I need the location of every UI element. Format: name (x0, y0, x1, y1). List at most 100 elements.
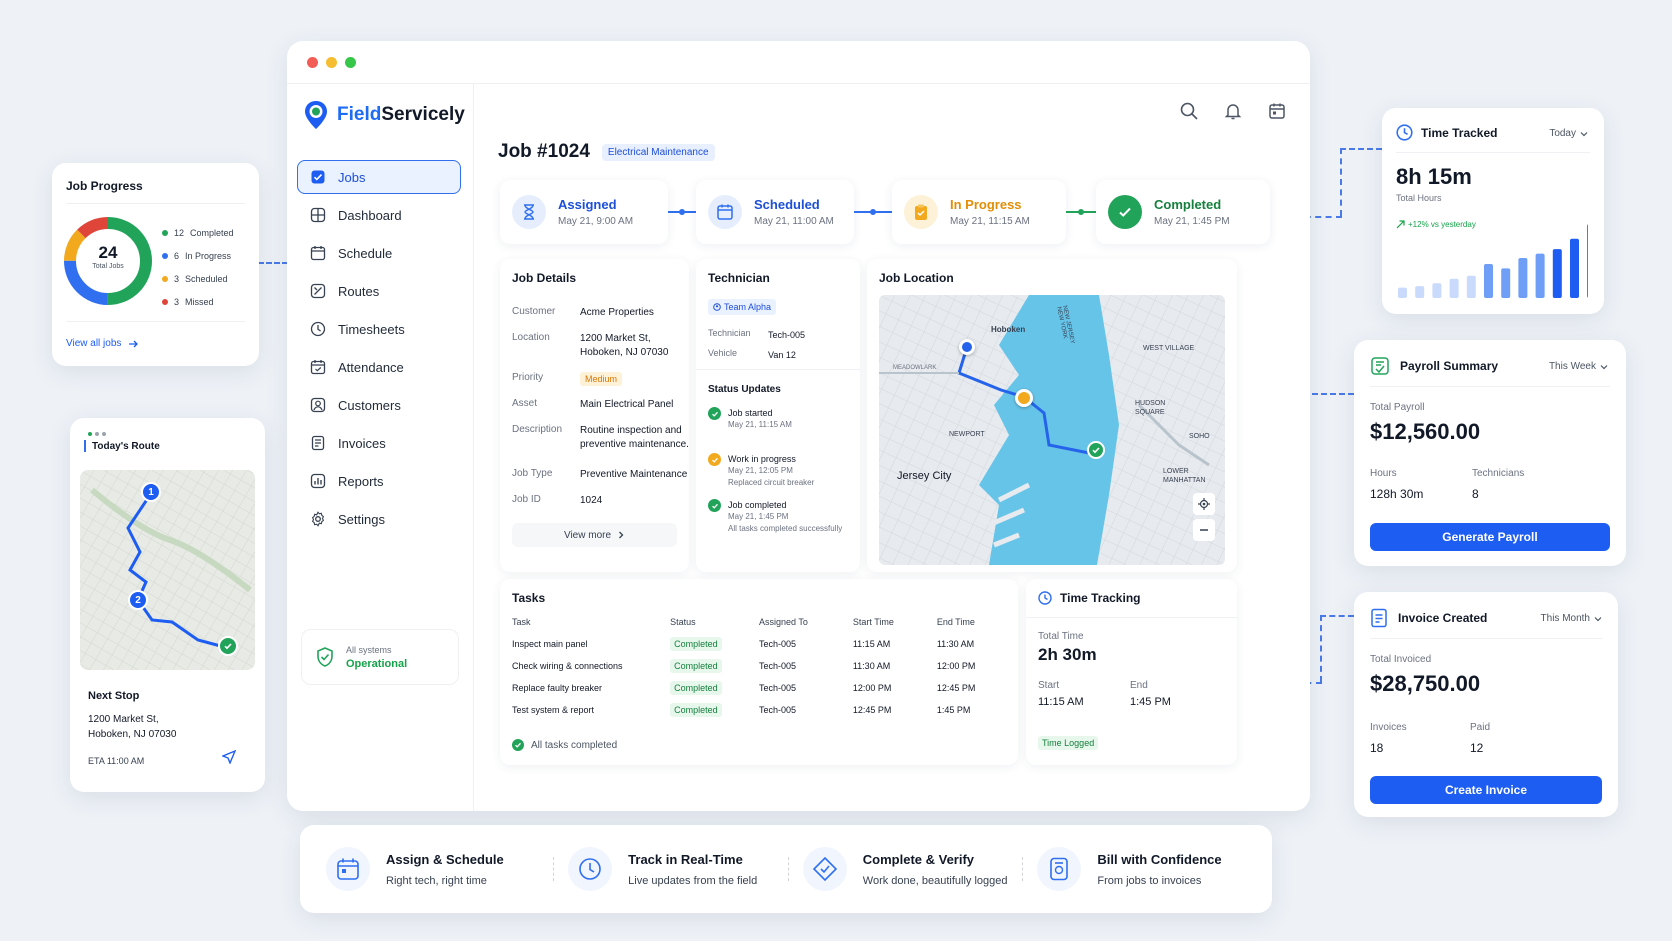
detail-label: Job Type (512, 468, 553, 479)
detail-label: Job ID (512, 494, 541, 505)
sidebar-item-dashboard[interactable]: Dashboard (297, 198, 461, 232)
app-logo[interactable]: FieldServicely (303, 100, 465, 130)
view-more-button[interactable]: View more (512, 523, 677, 547)
destination-check-icon[interactable] (1087, 441, 1105, 459)
total-invoiced-label: Total Invoiced (1370, 654, 1432, 665)
priority-badge: Medium (580, 372, 623, 386)
sidebar-item-routes[interactable]: Routes (297, 274, 461, 308)
range-dropdown[interactable]: This Month (1541, 613, 1602, 624)
time-tracked-card: Time Tracked Today 8h 15m Total Hours +1… (1382, 108, 1604, 314)
panel-title: Technician (708, 271, 770, 285)
status-check-icon (708, 499, 721, 512)
connector-line (1340, 148, 1382, 150)
view-all-jobs-link[interactable]: View all jobs (66, 338, 139, 349)
column-header[interactable]: Assigned To (759, 611, 853, 633)
bell-icon[interactable] (1224, 102, 1242, 120)
total-invoiced-value: $28,750.00 (1370, 671, 1481, 696)
sidebar-item-label: Invoices (338, 435, 386, 451)
sidebar-item-attendance[interactable]: Attendance (297, 350, 461, 384)
chevron-right-icon (619, 531, 624, 539)
table-row[interactable]: Check wiring & connections Completed Tech-… (512, 655, 1006, 677)
status-cell: Completed (670, 633, 759, 655)
sidebar-item-invoices[interactable]: Invoices (297, 426, 461, 460)
total-payroll-label: Total Payroll (1370, 402, 1425, 413)
hourglass-icon (524, 204, 534, 220)
sidebar-item-timesheets[interactable]: Timesheets (297, 312, 461, 346)
location-pin-icon (305, 101, 327, 129)
sidebar-item-label: Attendance (338, 359, 404, 375)
column-header[interactable]: Status (670, 611, 759, 633)
job-category-badge: Electrical Maintenance (601, 143, 715, 161)
route-destination-check-icon[interactable] (218, 636, 238, 656)
sidebar-nav: Jobs Dashboard Schedule Routes Timesheets Att… (297, 160, 461, 540)
diamond-check-icon (802, 847, 847, 891)
navigation-arrow-icon[interactable] (222, 750, 236, 764)
legend-label: Missed (185, 296, 214, 307)
legend-count: 12 (174, 227, 185, 238)
clipboard-icon (915, 204, 927, 220)
table-cell: 11:30 AM (852, 661, 891, 671)
sidebar-item-settings[interactable]: Settings (297, 502, 461, 536)
feature-item: Assign & Schedule Right tech, right time (326, 847, 568, 891)
route-stop-marker[interactable]: 2 (128, 590, 148, 610)
table-cell: Inspect main panel (512, 639, 588, 649)
card-title: Payroll Summary (1400, 359, 1499, 373)
status-update-title: Job started (728, 408, 773, 418)
sidebar-item-jobs[interactable]: Jobs (297, 160, 461, 194)
current-location-pin-icon[interactable] (1015, 389, 1033, 407)
search-icon[interactable] (1180, 102, 1198, 120)
window-minimize-button[interactable] (326, 56, 337, 68)
grid-icon (310, 207, 326, 223)
feature-subtitle: Live updates from the field (628, 874, 758, 887)
table-row[interactable]: Replace faulty breaker Completed Tech-005 1… (512, 677, 1006, 699)
step-date: May 21, 11:15 AM (950, 216, 1030, 227)
sidebar-item-customers[interactable]: Customers (297, 388, 461, 422)
window-close-button[interactable] (307, 56, 318, 68)
legend-label: Scheduled (185, 273, 228, 284)
legend-label: Completed (190, 227, 234, 238)
map[interactable]: Hoboken WEST VILLAGE HUDSON SQUARE NEWPO… (879, 295, 1225, 565)
window-maximize-button[interactable] (345, 56, 356, 68)
create-invoice-button[interactable]: Create Invoice (1370, 776, 1602, 804)
column-header[interactable]: Start Time (853, 611, 937, 633)
calendar-icon[interactable] (1268, 102, 1286, 120)
column-header[interactable]: End Time (937, 611, 1006, 633)
route-stop-marker[interactable]: 1 (141, 482, 161, 502)
map-label: MEADOWLARK (893, 365, 937, 371)
sidebar-item-reports[interactable]: Reports (297, 464, 461, 498)
invoices-label: Invoices (1370, 722, 1407, 733)
next-stop-label: Next Stop (88, 690, 140, 702)
features-bar: Assign & Schedule Right tech, right time T… (300, 825, 1272, 913)
column-header[interactable]: Task (512, 611, 670, 633)
step-assigned[interactable]: Assigned May 21, 9:00 AM (500, 180, 668, 244)
user-icon (310, 397, 326, 413)
hours-bar (1484, 263, 1493, 298)
feature-subtitle: Right tech, right time (386, 874, 487, 887)
locate-me-button[interactable] (1193, 493, 1215, 515)
table-row[interactable]: Inspect main panel Completed Tech-005 11:15… (512, 633, 1006, 655)
range-dropdown[interactable]: Today (1549, 128, 1588, 139)
step-in-progress[interactable]: In Progress May 21, 11:15 AM (892, 180, 1066, 244)
generate-payroll-button[interactable]: Generate Payroll (1370, 523, 1610, 551)
origin-pin-icon[interactable] (959, 339, 975, 355)
connector-line (1340, 148, 1342, 216)
zoom-out-button[interactable] (1193, 519, 1215, 541)
panel-title: Time Tracking (1060, 591, 1141, 605)
status-updates-title: Status Updates (708, 384, 781, 395)
step-label: Assigned (558, 197, 617, 212)
step-completed[interactable]: Completed May 21, 1:45 PM (1096, 180, 1270, 244)
feature-subtitle: From jobs to invoices (1097, 874, 1202, 887)
payroll-summary-card: Payroll Summary This Week Total Payroll … (1354, 340, 1626, 566)
table-row[interactable]: Test system & report Completed Tech-005 12:… (512, 699, 1006, 721)
table-cell: 12:00 PM (936, 661, 976, 671)
crosshair-icon (1198, 498, 1210, 510)
sidebar-item-schedule[interactable]: Schedule (297, 236, 461, 270)
description-line1: Routine inspection and (580, 425, 682, 436)
features-list: Assign & Schedule Right tech, right time T… (300, 847, 1272, 891)
route-map[interactable]: 1 2 (80, 470, 255, 670)
range-dropdown[interactable]: This Week (1549, 361, 1608, 372)
table-cell: 12:00 PM (852, 683, 892, 693)
step-scheduled[interactable]: Scheduled May 21, 11:00 AM (696, 180, 854, 244)
total-time-value: 2h 30m (1038, 645, 1097, 664)
team-badge: Team Alpha (708, 299, 777, 315)
